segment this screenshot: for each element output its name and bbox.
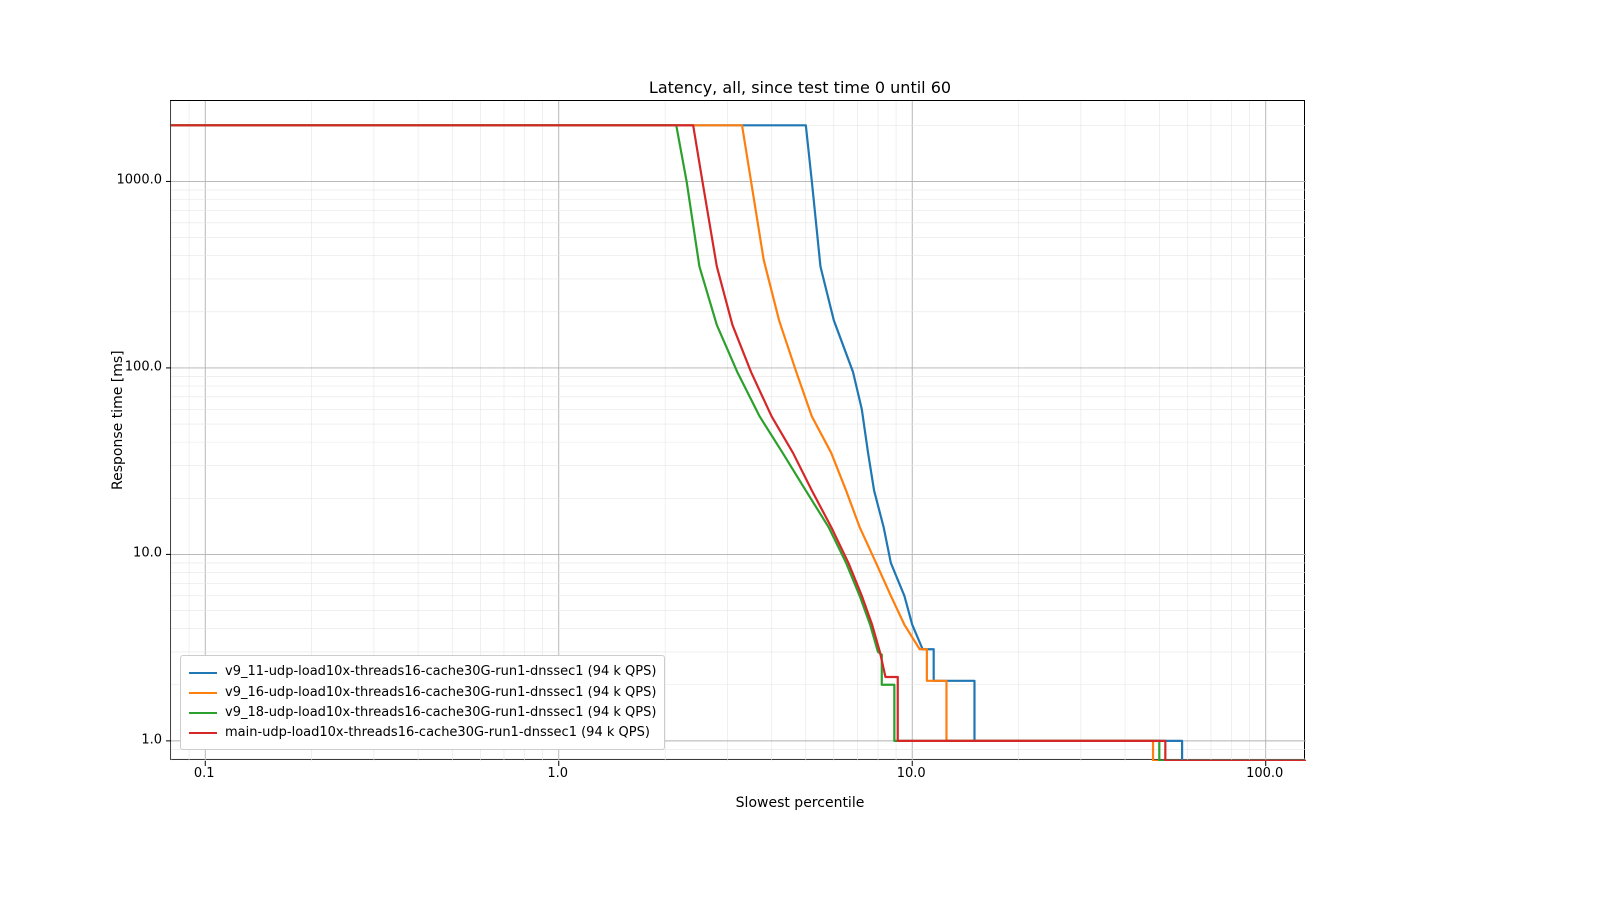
- legend-entry: v9_16-udp-load10x-threads16-cache30G-run…: [189, 683, 656, 703]
- x-tick-label: 1.0: [547, 766, 568, 781]
- chart-title: Latency, all, since test time 0 until 60: [0, 78, 1600, 97]
- legend-label: v9_16-udp-load10x-threads16-cache30G-run…: [225, 683, 656, 703]
- legend-label: v9_18-udp-load10x-threads16-cache30G-run…: [225, 703, 656, 723]
- plot-area: v9_11-udp-load10x-threads16-cache30G-run…: [170, 100, 1305, 760]
- y-tick-label: 100.0: [125, 359, 162, 374]
- y-tick-label: 1.0: [141, 732, 162, 747]
- chart-figure: Latency, all, since test time 0 until 60…: [0, 0, 1600, 900]
- y-tick-label: 10.0: [133, 546, 162, 561]
- x-tick-label: 100.0: [1246, 766, 1283, 781]
- legend-swatch: [189, 672, 217, 674]
- legend-entry: main-udp-load10x-threads16-cache30G-run1…: [189, 723, 656, 743]
- legend-entry: v9_11-udp-load10x-threads16-cache30G-run…: [189, 662, 656, 682]
- legend-label: v9_11-udp-load10x-threads16-cache30G-run…: [225, 662, 656, 682]
- y-axis-label: Response time [ms]: [110, 350, 126, 490]
- legend-swatch: [189, 732, 217, 734]
- y-tick-label: 1000.0: [117, 173, 163, 188]
- legend: v9_11-udp-load10x-threads16-cache30G-run…: [180, 655, 665, 750]
- legend-swatch: [189, 692, 217, 694]
- x-tick-label: 0.1: [194, 766, 215, 781]
- legend-entry: v9_18-udp-load10x-threads16-cache30G-run…: [189, 703, 656, 723]
- legend-label: main-udp-load10x-threads16-cache30G-run1…: [225, 723, 650, 743]
- x-axis-label: Slowest percentile: [0, 795, 1600, 811]
- x-tick-label: 10.0: [897, 766, 926, 781]
- legend-swatch: [189, 712, 217, 714]
